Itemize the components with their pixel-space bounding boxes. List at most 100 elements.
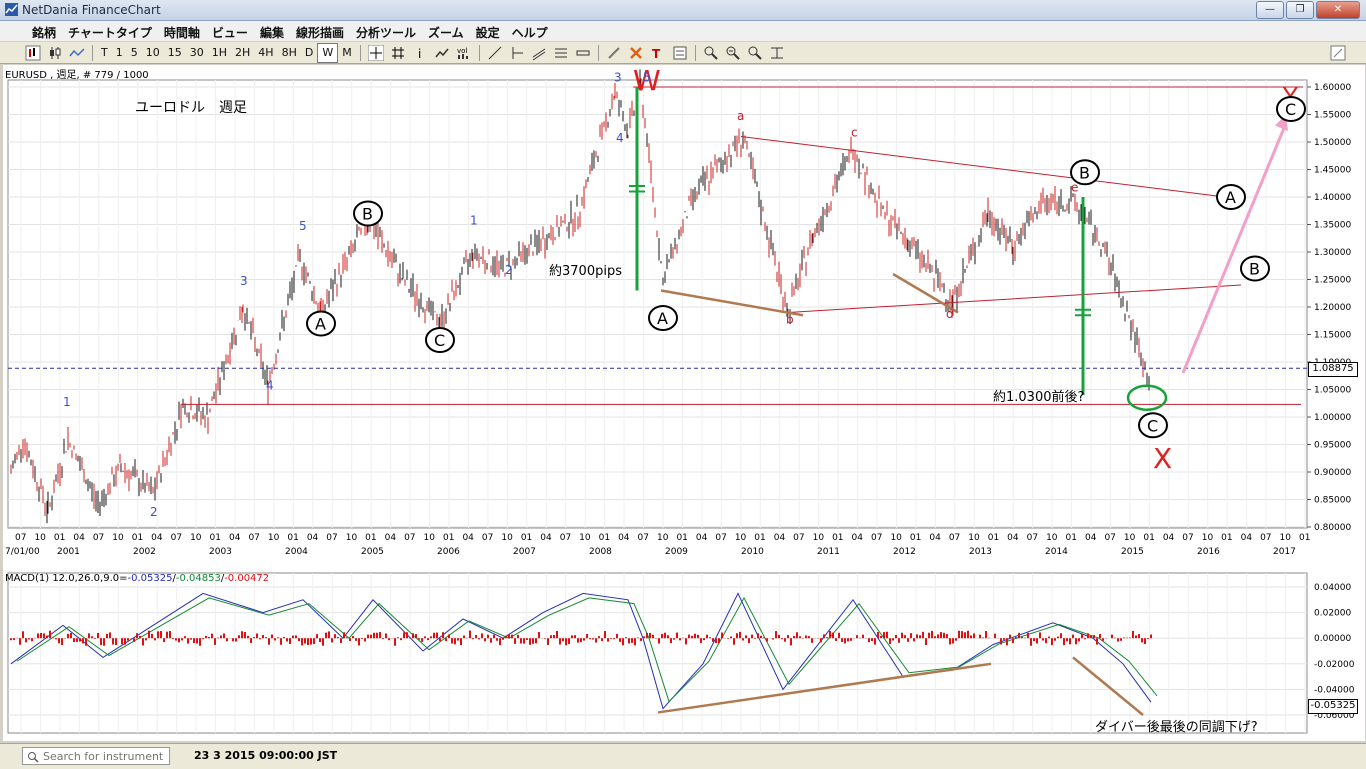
menu-item-help[interactable]: ヘルプ: [506, 21, 554, 41]
menu-item-symbol[interactable]: 銘柄: [26, 21, 62, 41]
instrument-search[interactable]: [22, 747, 170, 765]
menu-item-analysis[interactable]: 分析ツール: [350, 21, 422, 41]
fibonacci-icon[interactable]: [553, 45, 569, 61]
interval-weekly[interactable]: W: [317, 42, 339, 63]
price-tick-label: 1.25000: [1314, 276, 1351, 286]
chart-title: ユーロドル 週足: [135, 100, 247, 116]
wave-circle-label: B: [362, 205, 373, 224]
macd-pane-info: MACD(1) 12.0,26.0,9.0=-0.05325/-0.04853/…: [5, 573, 270, 584]
svg-text:vol: vol: [457, 47, 467, 55]
wave-number-label: 2: [150, 505, 158, 519]
menu-item-timeframe[interactable]: 時間軸: [158, 21, 206, 41]
price-x-axis: 07 10 01 04 07 10 01 04 07 10 01 04 07 10 01 04 07 10 01 04…: [5, 533, 1310, 557]
month-tick-label: 07: [1104, 533, 1115, 543]
year-tick-label: 2017: [1273, 547, 1296, 557]
macd-histogram-value: -0.00472: [224, 573, 270, 584]
grid-icon[interactable]: [390, 45, 406, 61]
macd-value: -0.05325: [127, 573, 173, 584]
month-tick-label: 04: [929, 533, 941, 543]
month-tick-label: 04: [229, 533, 241, 543]
month-tick-label: 07: [171, 533, 182, 543]
month-tick-label: 10: [735, 533, 747, 543]
info-icon[interactable]: i: [412, 45, 428, 61]
month-tick-label: 04: [385, 533, 397, 543]
price-tick-label: 1.15000: [1314, 331, 1351, 341]
month-tick-label: 07: [482, 533, 493, 543]
menu-item-view[interactable]: ビュー: [206, 21, 254, 41]
interval-8h[interactable]: 8H: [278, 44, 301, 62]
price-tick-label: 1.55000: [1314, 111, 1351, 121]
interval-30m[interactable]: 30: [186, 44, 208, 62]
maximize-button[interactable]: ❐: [1286, 1, 1314, 19]
month-tick-label: 04: [73, 533, 85, 543]
macd-current-tag: -0.05325: [1308, 699, 1358, 714]
interval-5m[interactable]: 5: [127, 44, 142, 62]
interval-monthly[interactable]: M: [338, 44, 356, 62]
month-tick-label: 07: [15, 533, 26, 543]
macd-note-annotation: ダイバー後最後の同調下げ?: [1095, 720, 1258, 735]
candle-chart-icon[interactable]: [47, 45, 63, 61]
zoom-reset-icon[interactable]: [747, 45, 763, 61]
month-tick-label: 01: [599, 533, 610, 543]
price-tick-label: 1.30000: [1314, 248, 1351, 258]
month-tick-label: 10: [424, 533, 436, 543]
pin-icon[interactable]: [1330, 45, 1346, 61]
channel-icon[interactable]: [531, 45, 547, 61]
trendline-icon[interactable]: [487, 45, 503, 61]
menu-item-drawing[interactable]: 線形描画: [290, 21, 350, 41]
instrument-search-input[interactable]: [43, 750, 163, 763]
interval-daily[interactable]: D: [301, 44, 317, 62]
bar-chart-icon[interactable]: [25, 45, 41, 61]
interval-4h[interactable]: 4H: [254, 44, 277, 62]
interval-2h[interactable]: 2H: [231, 44, 254, 62]
year-tick-label: 2015: [1121, 547, 1144, 557]
chart-area[interactable]: 1.60000 1.55000 1.50000 1.45000 1.40000 1.350…: [3, 64, 1365, 741]
menu-item-settings[interactable]: 設定: [470, 21, 506, 41]
macd-tick-label: -0.04000: [1314, 685, 1355, 695]
month-tick-label: 04: [540, 533, 552, 543]
year-tick-label: 2006: [437, 547, 460, 557]
close-button[interactable]: ✕: [1316, 1, 1360, 19]
price-tick-label: 1.50000: [1314, 138, 1351, 148]
wave-number-label: 3: [614, 71, 622, 85]
wave-number-label: 1: [63, 395, 71, 409]
pencil-icon[interactable]: [606, 45, 622, 61]
properties-icon[interactable]: [672, 45, 688, 61]
vertical-line-icon[interactable]: [509, 45, 525, 61]
zoom-out-icon[interactable]: [725, 45, 741, 61]
font-icon[interactable]: T: [650, 45, 666, 61]
menu-item-chart-type[interactable]: チャートタイプ: [62, 21, 158, 41]
search-icon: [28, 752, 39, 763]
delete-icon[interactable]: [628, 45, 644, 61]
macd-plot-area[interactable]: [7, 572, 1308, 734]
month-tick-label: 01: [1299, 533, 1310, 543]
crosshair-icon[interactable]: [367, 44, 384, 61]
interval-1h[interactable]: 1H: [208, 44, 231, 62]
line-chart-icon[interactable]: [69, 45, 85, 61]
volume-icon[interactable]: vol: [456, 45, 472, 61]
macd-signal-value: -0.04853: [175, 573, 221, 584]
interval-15m[interactable]: 15: [164, 44, 186, 62]
chart-toggle-icon[interactable]: [434, 45, 450, 61]
month-tick-label: 04: [307, 533, 319, 543]
price-plot-area[interactable]: [7, 79, 1308, 529]
interval-1m[interactable]: 1: [112, 44, 127, 62]
fit-icon[interactable]: [769, 45, 785, 61]
chart-canvas[interactable]: 1.60000 1.55000 1.50000 1.45000 1.40000 1.350…: [3, 64, 1365, 741]
wave-number-label: 4: [616, 131, 624, 145]
macd-tick-label: 0.02000: [1314, 609, 1351, 619]
menu-item-zoom[interactable]: ズーム: [422, 21, 470, 41]
ruler-icon[interactable]: [575, 45, 591, 61]
interval-10m[interactable]: 10: [142, 44, 164, 62]
app-icon: [5, 3, 18, 16]
interval-tick[interactable]: T: [97, 44, 112, 62]
month-tick-label: 07: [871, 533, 882, 543]
month-tick-label: 04: [1163, 533, 1175, 543]
zoom-in-icon[interactable]: [703, 45, 719, 61]
wave-circle-label: B: [1079, 163, 1090, 182]
month-tick-label: 10: [190, 533, 202, 543]
minimize-button[interactable]: —: [1256, 1, 1284, 19]
wave-circle-label: C: [1147, 416, 1158, 435]
macd-label: MACD(1) 12.0,26.0,9.0=: [5, 573, 128, 584]
menu-item-edit[interactable]: 編集: [254, 21, 290, 41]
